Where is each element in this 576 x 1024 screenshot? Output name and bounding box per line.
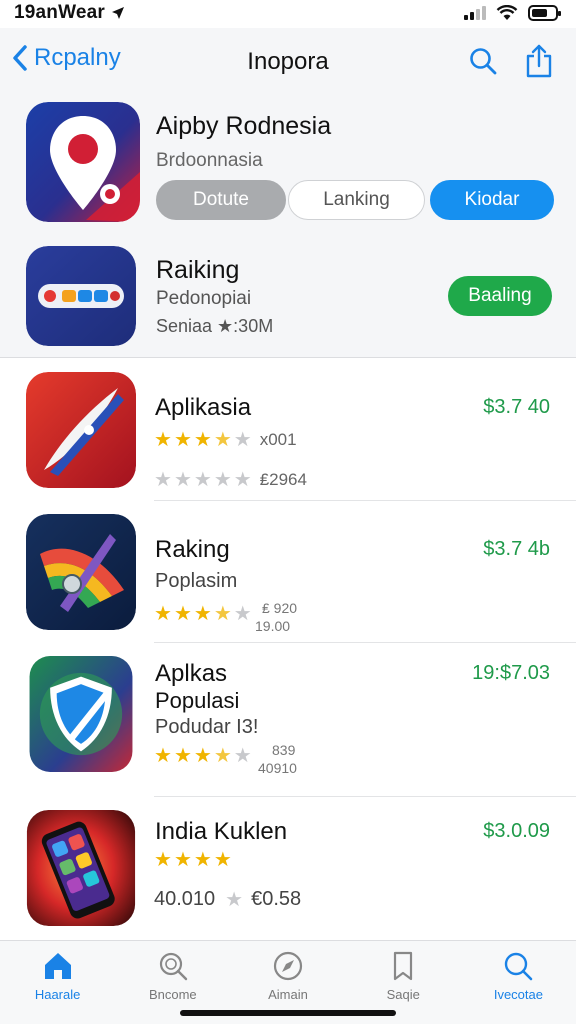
app-price: 19:$7.03 — [472, 662, 550, 684]
home-indicator — [180, 1010, 396, 1016]
share-icon[interactable] — [524, 44, 554, 78]
app-subtitle: Populasi — [155, 688, 240, 713]
featured-app-1[interactable]: Aipby Rodnesia Brdoonnasia Dotute Lankin… — [26, 102, 556, 226]
dotute-button[interactable]: Dotute — [156, 180, 286, 220]
list-item[interactable]: Aplkas Populasi Podudar I3! 19:$7.03 ★ ★ ★… — [0, 656, 576, 796]
featured-app-subtitle: Pedonopiai — [156, 288, 252, 309]
kiodar-button[interactable]: Kiodar — [430, 180, 554, 220]
tab-label: Haarale — [34, 987, 81, 1002]
list-item[interactable]: Raking Poplasim $3.7 4b ★ ★ ★ ★ ★ ₤ 920 19.0… — [0, 514, 576, 642]
ranking-app-icon — [26, 246, 136, 346]
rating-stars: ★ ★ ★ ★ ★ — [154, 746, 252, 766]
tab-search[interactable]: Ivecotae — [461, 941, 576, 1024]
star-icon: ★ — [173, 745, 192, 767]
app-name: Aplkas — [155, 660, 228, 687]
app-name: Raking — [155, 536, 230, 563]
shield-app-icon — [29, 656, 133, 772]
star-icon: ★ — [154, 849, 172, 871]
list-item[interactable]: India Kuklen $3.0.09 ★ ★ ★ ★ 40.010 ★ €0.58 — [0, 810, 576, 938]
featured-app-meta: Seniaa ★:30M — [156, 316, 274, 336]
list-item[interactable]: Aplikasia $3.7 40 ★ ★ ★ ★ ★ x001 ★ ★ ★ ★ ★ ₤2964 — [0, 372, 576, 500]
star-icon: ★ — [213, 469, 232, 491]
rating-count: 839 — [272, 742, 296, 758]
divider — [154, 642, 576, 643]
phone-game-app-icon — [26, 810, 136, 926]
star-icon: ★ — [193, 745, 212, 767]
star-icon: ★ — [173, 429, 192, 451]
divider — [154, 796, 576, 797]
tab-label: Ivecotae — [493, 987, 543, 1002]
baaling-button[interactable]: Baaling — [448, 276, 552, 316]
app-subtitle: Poplasim — [155, 570, 238, 592]
star-icon: ★ — [233, 745, 252, 767]
search-icon — [159, 952, 187, 981]
rocket-rainbow-app-icon — [26, 514, 136, 630]
rating-stars: ★ ★ ★ ★ ★ x001 — [154, 430, 297, 450]
wifi-icon — [496, 5, 518, 20]
star-icon: ★ — [173, 603, 192, 625]
map-pin-app-icon — [26, 102, 140, 222]
status-time: 19anWear — [14, 2, 106, 23]
star-icon: ★ — [213, 849, 232, 871]
featured-app-2[interactable]: Raiking Pedonopiai Seniaa ★:30M Baaling — [26, 246, 556, 350]
navigation-bar: Rcpalny Inopora — [0, 28, 576, 96]
star-icon: ★ — [233, 469, 252, 491]
featured-app-name: Aipby Rodnesia — [156, 112, 332, 140]
star-icon: ★ — [193, 469, 212, 491]
bookmark-icon — [394, 951, 413, 981]
app-subtitle-secondary: Podudar I3! — [155, 716, 259, 738]
status-bar: 19anWear — [0, 0, 576, 26]
featured-section: Aipby Rodnesia Brdoonnasia Dotute Lankin… — [0, 96, 576, 358]
rating-count-secondary: 40910 — [258, 760, 297, 776]
star-icon: ★ — [173, 849, 192, 871]
star-icon: ★ — [225, 888, 244, 911]
rocket-app-icon — [26, 372, 136, 488]
star-icon: ★ — [193, 429, 212, 451]
compass-icon — [273, 951, 303, 981]
rating-stars: ★ ★ ★ ★ ★ — [154, 604, 252, 624]
star-icon: ★ — [154, 469, 172, 491]
featured-app-name: Raiking — [156, 256, 240, 284]
tab-label: Bncome — [148, 987, 197, 1002]
app-name: India Kuklen — [155, 818, 288, 845]
star-icon: ★ — [173, 469, 192, 491]
rating-count-secondary: ₤2964 — [259, 470, 307, 489]
rating-count: ₤ 920 — [262, 600, 298, 616]
tab-label: Saqie — [386, 987, 420, 1002]
star-icon: ★ — [233, 603, 252, 625]
star-icon: ★ — [154, 745, 172, 767]
featured-app-subtitle: Brdoonnasia — [156, 150, 263, 171]
rating-count: 40.010 — [154, 888, 216, 910]
star-icon: ★ — [233, 429, 252, 451]
home-icon — [44, 953, 71, 979]
back-button[interactable]: Rcpalny — [12, 44, 121, 72]
rating-stars: ★ ★ ★ ★ — [154, 850, 232, 870]
battery-icon — [528, 5, 561, 21]
location-arrow-icon — [112, 7, 125, 19]
signal-icon — [464, 6, 486, 20]
star-icon: ★ — [213, 745, 232, 767]
app-price: $3.7 4b — [483, 538, 550, 560]
magnifier-icon — [505, 952, 533, 981]
star-icon: ★ — [193, 849, 212, 871]
app-name: Aplikasia — [155, 394, 252, 421]
chevron-left-icon — [13, 45, 27, 71]
back-label: Rcpalny — [34, 44, 121, 71]
rating-stars-secondary: ★ ★ ★ ★ ★ ₤2964 — [154, 470, 307, 490]
search-icon[interactable] — [468, 46, 498, 76]
tab-label: Aimain — [268, 987, 308, 1002]
star-icon: ★ — [193, 603, 212, 625]
rating-count-secondary: 19.00 — [255, 618, 291, 634]
divider — [154, 500, 576, 501]
star-icon: ★ — [213, 429, 232, 451]
app-price: $3.0.09 — [483, 820, 550, 842]
app-price: $3.7 40 — [483, 396, 550, 418]
rating-count: x001 — [259, 430, 297, 449]
star-icon: ★ — [154, 603, 172, 625]
lanking-button[interactable]: Lanking — [288, 180, 425, 220]
star-icon: ★ — [154, 429, 172, 451]
star-icon: ★ — [213, 603, 232, 625]
rating-count-secondary: €0.58 — [251, 888, 302, 910]
tab-home[interactable]: Haarale — [0, 941, 115, 1024]
